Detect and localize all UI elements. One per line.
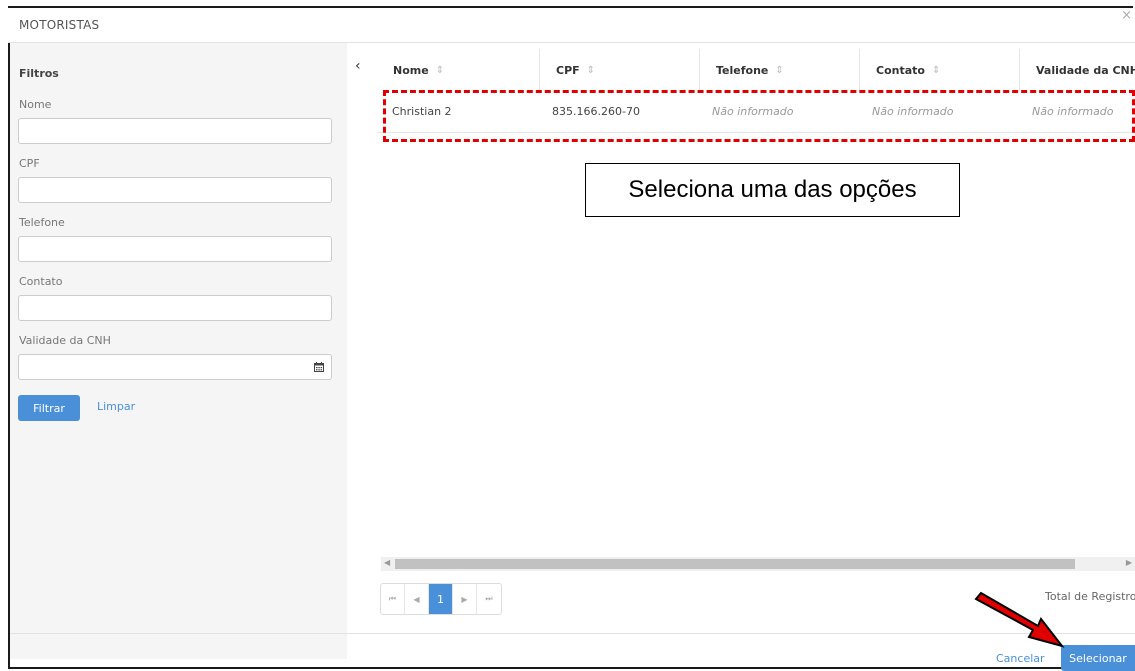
contato-input[interactable] [18,295,332,321]
page-1-button[interactable]: 1 [429,584,453,614]
sort-icon: ⇕ [435,64,445,76]
dialog-title: MOTORISTAS [19,18,100,32]
validade-cnh-input[interactable] [18,354,308,380]
column-header-validade-cnh[interactable]: Validade da CNH [1020,49,1135,91]
collapse-sidebar-button[interactable]: ‹ [347,43,376,90]
pointer-arrow-icon [974,591,1065,648]
footer-divider [10,633,1135,634]
grid-header: Nome ⇕ CPF ⇕ Telefone ⇕ Contato ⇕ Validade d… [377,49,1135,91]
column-header-contato[interactable]: Contato ⇕ [860,49,1020,91]
scrollbar-thumb[interactable] [395,559,1075,569]
prev-page-icon: ◀ [413,594,420,604]
filters-title: Filtros [19,67,59,80]
cpf-label: CPF [19,157,40,170]
telefone-input[interactable] [18,236,332,262]
column-header-nome[interactable]: Nome ⇕ [377,49,540,91]
column-label: Telefone [716,63,769,77]
instruction-callout: Seleciona uma das opções [585,163,960,217]
nome-label: Nome [19,98,52,111]
close-icon[interactable]: × [1121,8,1132,23]
column-label: Nome [393,63,429,77]
telefone-label: Telefone [19,216,65,229]
select-button[interactable]: Selecionar [1061,645,1135,671]
first-page-button[interactable]: ⏮ [381,584,405,614]
column-label: CPF [556,63,580,77]
pagination: ⏮ ◀ 1 ▶ ⏭ [380,583,502,615]
nome-input[interactable] [18,118,332,144]
scroll-left-icon[interactable]: ◀ [384,558,390,567]
cpf-input[interactable] [18,177,332,203]
sort-icon: ⇕ [586,64,596,76]
column-header-telefone[interactable]: Telefone ⇕ [700,49,860,91]
column-label: Contato [876,63,925,77]
prev-page-button[interactable]: ◀ [405,584,429,614]
first-page-icon: ⏮ [388,594,397,603]
sort-icon: ⇕ [931,64,941,76]
contato-label: Contato [19,275,63,288]
cancel-link[interactable]: Cancelar [996,652,1045,665]
dialog-header: MOTORISTAS × [8,8,1135,43]
sort-icon: ⇕ [775,64,784,76]
clear-link[interactable]: Limpar [97,400,135,413]
calendar-icon [314,362,324,372]
calendar-button[interactable] [307,354,332,380]
column-label: Validade da CNH [1036,63,1135,77]
chevron-left-icon: ‹ [355,58,361,74]
validade-cnh-label: Validade da CNH [19,334,111,347]
horizontal-scrollbar[interactable]: ◀ ▶ [381,557,1135,571]
filter-button[interactable]: Filtrar [18,395,80,421]
column-header-cpf[interactable]: CPF ⇕ [540,49,700,91]
highlight-dashed-box [383,90,1135,142]
next-page-icon: ▶ [461,594,468,604]
last-page-button[interactable]: ⏭ [477,584,501,614]
scroll-right-icon[interactable]: ▶ [1126,558,1132,567]
filter-sidebar: Filtros Nome CPF Telefone Contato Valida… [10,43,347,659]
next-page-button[interactable]: ▶ [453,584,477,614]
last-page-icon: ⏭ [485,594,493,603]
